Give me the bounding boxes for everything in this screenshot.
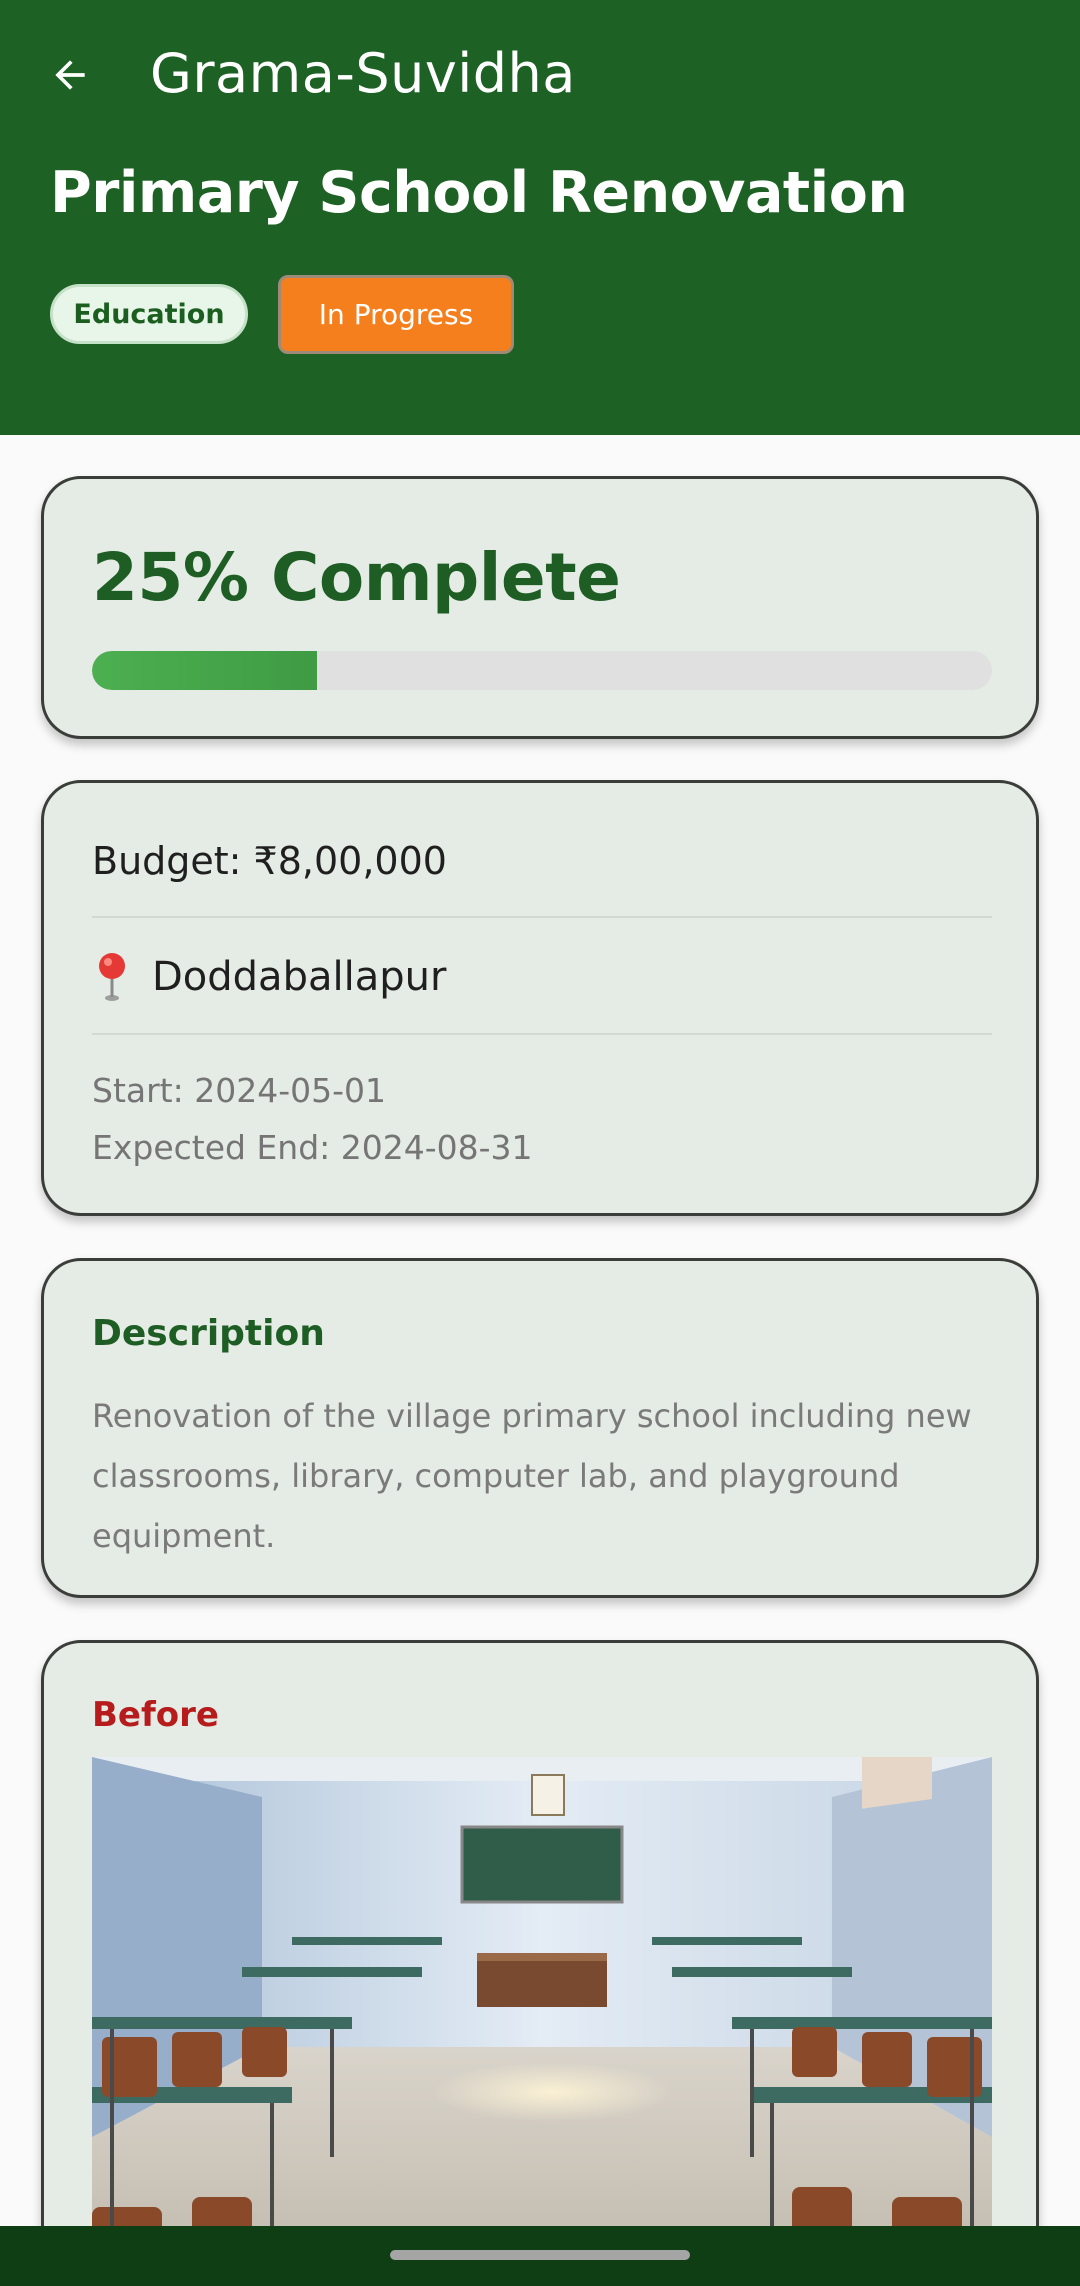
status-badge: In Progress: [278, 275, 514, 354]
back-button[interactable]: [30, 35, 110, 115]
start-date: Start: 2024-05-01: [92, 1071, 387, 1110]
project-detail-screen: Grama-Suvidha Primary School Renovation …: [0, 0, 1080, 2286]
location-row: Doddaballapur: [92, 951, 446, 1003]
description-card: Description Renovation of the village pr…: [41, 1258, 1039, 1598]
divider: [92, 916, 992, 918]
description-text: Renovation of the village primary school…: [92, 1397, 972, 1555]
app-header: Grama-Suvidha Primary School Renovation …: [0, 0, 1080, 435]
before-title: Before: [92, 1695, 219, 1735]
arrow-left-icon: [55, 60, 85, 90]
description-title: Description: [92, 1313, 325, 1354]
before-card: Before: [41, 1640, 1039, 2286]
location-text: Doddaballapur: [152, 954, 447, 1000]
progress-label: 25% Complete: [92, 539, 621, 616]
progress-card: 25% Complete: [41, 476, 1039, 739]
expected-end-date: Expected End: 2024-08-31: [92, 1128, 533, 1167]
details-card: Budget: ₹8,00,000 Doddaballapur Start: 2…: [41, 780, 1039, 1216]
system-navigation-bar: [0, 2226, 1080, 2286]
map-pin-icon: [99, 953, 125, 1001]
progress-bar-fill: [92, 651, 317, 690]
budget-text: Budget: ₹8,00,000: [92, 839, 447, 883]
app-title: Grama-Suvidha: [150, 42, 576, 105]
category-chip: Education: [50, 284, 248, 344]
before-photo[interactable]: [92, 1757, 992, 2286]
home-gesture-handle[interactable]: [390, 2250, 690, 2260]
divider: [92, 1033, 992, 1035]
progress-bar: [92, 651, 992, 690]
page-title: Primary School Renovation: [50, 160, 908, 226]
classroom-photo: [92, 1757, 992, 2286]
